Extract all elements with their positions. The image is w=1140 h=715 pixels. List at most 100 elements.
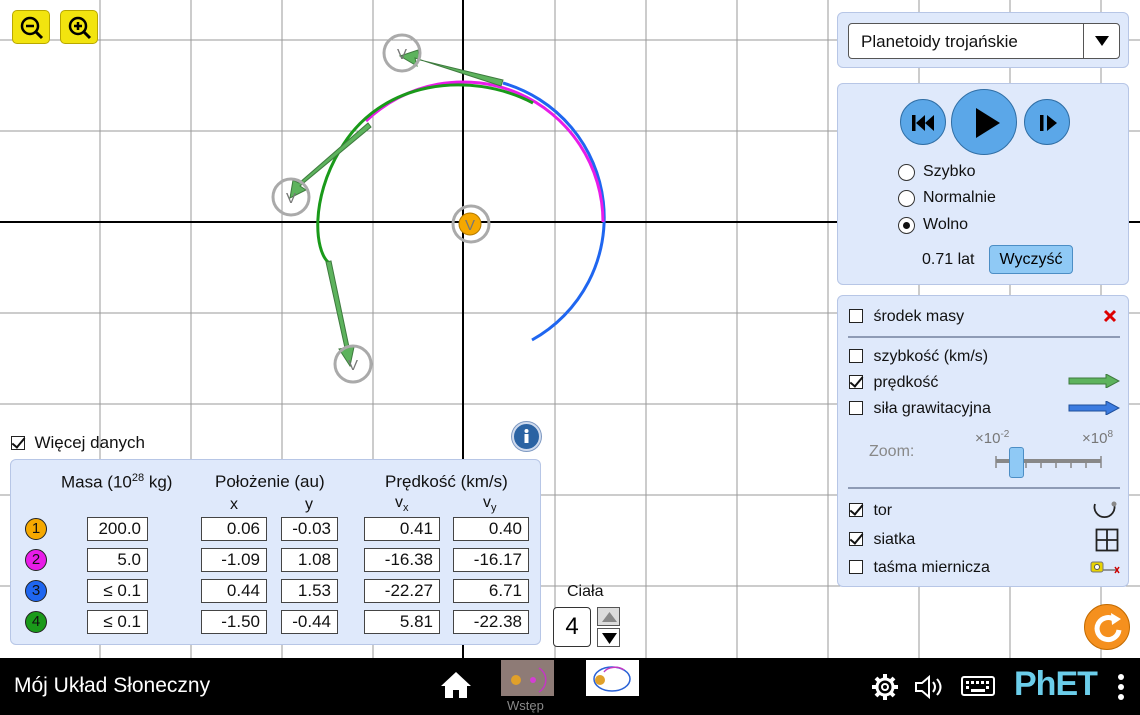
divider (848, 336, 1120, 338)
clear-button[interactable]: Wyczyść (989, 245, 1073, 274)
mass-field[interactable]: 200.0 (87, 517, 148, 541)
navigation-bar: Mój Układ Słoneczny Wstęp Lab PhET (0, 658, 1140, 715)
gravity-option[interactable]: siła grawitacyjna (849, 400, 991, 418)
vy-field[interactable]: 6.71 (453, 579, 529, 603)
mass-field[interactable]: ≤ 0.1 (87, 579, 148, 603)
play-icon (976, 108, 1000, 138)
phet-logo[interactable]: PhET (1014, 665, 1098, 704)
zoom-slider-thumb[interactable] (1009, 447, 1024, 478)
keyboard-help-button[interactable] (961, 674, 995, 703)
grid-icon (1095, 528, 1119, 552)
zoom-min-label: ×10-2 (975, 429, 1010, 447)
bodies-increment-button[interactable] (597, 607, 620, 626)
center-of-mass-option[interactable]: środek masy (849, 308, 964, 326)
vy-field[interactable]: 0.40 (453, 517, 529, 541)
screen-lab-label[interactable]: Lab (600, 698, 622, 713)
simulation-area[interactable]: V V V V Planetoidy trojańskie Szybko Nor… (0, 0, 1140, 658)
zoom-label: Zoom: (869, 443, 915, 460)
screen-intro-label[interactable]: Wstęp (507, 698, 544, 713)
zoom-in-button[interactable] (60, 10, 98, 44)
grid-checkbox[interactable] (849, 532, 863, 546)
home-button[interactable] (439, 670, 473, 705)
x-field[interactable]: 0.44 (201, 579, 267, 603)
zoom-out-button[interactable] (12, 10, 50, 44)
speed-fast-radio[interactable] (898, 164, 915, 181)
step-forward-button[interactable] (1024, 99, 1070, 145)
speed-checkbox[interactable] (849, 349, 863, 363)
body-marker: V (465, 217, 475, 234)
speed-slow-radio[interactable] (898, 217, 915, 234)
vy-header: vy (483, 494, 497, 515)
velocity-label: prędkość (873, 374, 939, 391)
vx-field[interactable]: 5.81 (364, 610, 440, 634)
grid-label: siatka (873, 531, 916, 548)
screen-intro-icon[interactable] (501, 660, 554, 696)
vy-field[interactable]: -22.38 (453, 610, 529, 634)
center-of-mass-checkbox[interactable] (849, 309, 863, 323)
x-field[interactable]: -1.09 (201, 548, 267, 572)
y-field[interactable]: 1.53 (281, 579, 338, 603)
center-of-mass-label: środek masy (873, 308, 965, 325)
velocity-checkbox[interactable] (849, 375, 863, 389)
app-title: Mój Układ Słoneczny (14, 674, 211, 697)
zoom-out-icon (20, 16, 44, 40)
bodies-decrement-button[interactable] (597, 628, 620, 647)
y-field[interactable]: 1.08 (281, 548, 338, 572)
more-data-checkbox[interactable] (11, 436, 25, 450)
bodies-label: Ciała (567, 583, 604, 600)
options-panel: środek masy szybkość (km/s) prędkość sił… (837, 295, 1129, 587)
vx-header: vx (395, 494, 409, 515)
play-button[interactable] (951, 89, 1017, 155)
bodies-count: 4 (553, 607, 591, 647)
measuring-tape-icon (1090, 561, 1120, 574)
gear-icon (872, 674, 898, 700)
restart-button[interactable] (900, 99, 946, 145)
gravity-label: siła grawitacyjna (873, 400, 991, 417)
speed-normal-radio[interactable] (898, 190, 915, 207)
x-field[interactable]: 0.06 (201, 517, 267, 541)
step-forward-icon (1040, 115, 1057, 131)
playback-panel: Szybko Normalnie Wolno 0.71 lat Wyczyść (837, 83, 1129, 285)
vx-field[interactable]: -16.38 (364, 548, 440, 572)
y-field[interactable]: -0.03 (281, 517, 338, 541)
speed-fast-label: Szybko (923, 163, 976, 180)
audio-button[interactable] (913, 673, 947, 706)
tape-label: taśma miernicza (873, 559, 990, 576)
orbit-path-2 (364, 80, 605, 223)
tape-checkbox[interactable] (849, 560, 863, 574)
more-data-label: Więcej danych (34, 433, 146, 452)
more-data-option[interactable]: Więcej danych (11, 433, 145, 453)
vy-field[interactable]: -16.17 (453, 548, 529, 572)
vx-field[interactable]: 0.41 (364, 517, 440, 541)
path-checkbox[interactable] (849, 503, 863, 517)
x-field[interactable]: -1.50 (201, 610, 267, 634)
speed-option[interactable]: szybkość (km/s) (849, 348, 988, 366)
velocity-arrow-3 (398, 49, 504, 87)
elapsed-time: 0.71 lat (922, 251, 975, 268)
tape-option[interactable]: taśma miernicza (849, 559, 990, 577)
more-menu-button[interactable] (1116, 672, 1126, 707)
body-4-badge: 4 (25, 611, 47, 633)
data-table-panel: Masa (1028 kg) Położenie (au) Prędkość (… (10, 459, 541, 645)
preset-dropdown[interactable]: Planetoidy trojańskie (848, 23, 1120, 59)
chevron-down-icon[interactable] (1083, 24, 1119, 58)
path-icon (1093, 501, 1117, 518)
x-header: x (230, 496, 238, 513)
home-icon (441, 672, 471, 698)
velocity-option[interactable]: prędkość (849, 374, 938, 392)
mass-field[interactable]: 5.0 (87, 548, 148, 572)
screen-lab-icon[interactable] (586, 660, 639, 696)
mass-field[interactable]: ≤ 0.1 (87, 610, 148, 634)
vx-field[interactable]: -22.27 (364, 579, 440, 603)
path-option[interactable]: tor (849, 502, 892, 520)
reset-all-button[interactable] (1084, 604, 1130, 650)
path-label: tor (873, 502, 893, 519)
settings-button[interactable] (871, 673, 899, 706)
info-icon (524, 429, 529, 443)
velocity-header: Prędkość (km/s) (385, 472, 508, 491)
gravity-checkbox[interactable] (849, 401, 863, 415)
velocity-arrow-2 (289, 122, 372, 199)
info-button[interactable] (512, 422, 541, 451)
grid-option[interactable]: siatka (849, 531, 915, 549)
y-field[interactable]: -0.44 (281, 610, 338, 634)
